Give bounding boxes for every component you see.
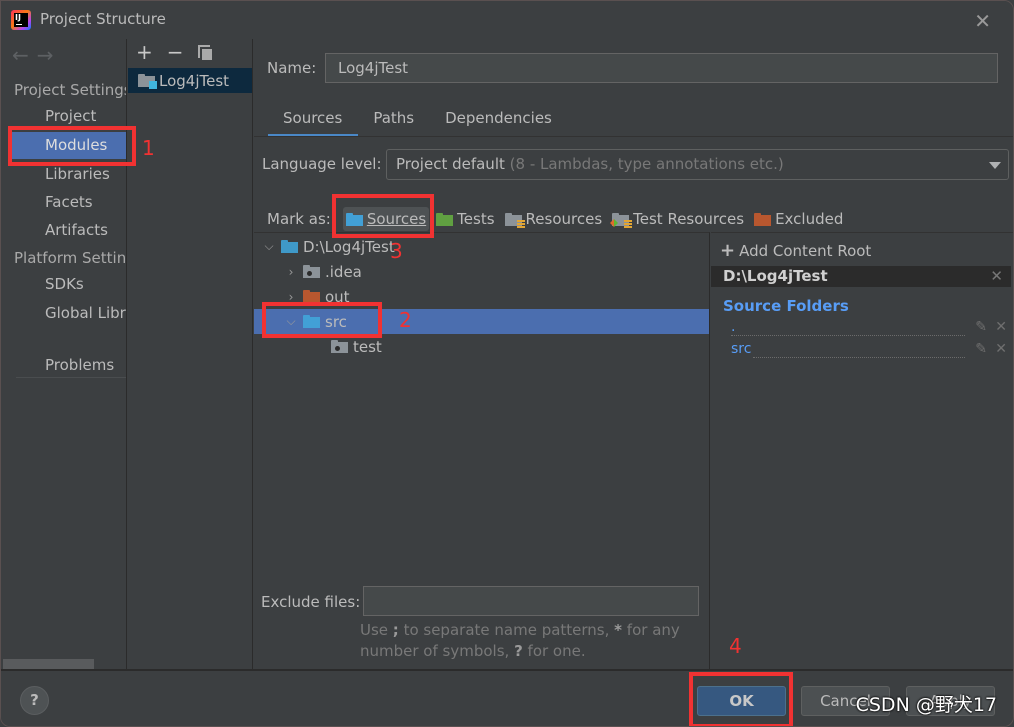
excluded-folder-icon — [303, 290, 320, 303]
language-level-value: Project default — [396, 155, 505, 173]
nav-item-modules[interactable]: Modules — [10, 132, 126, 159]
watermark: CSDN @野犬17 — [855, 694, 997, 716]
source-folder-row[interactable]: . ✎ ✕ — [731, 319, 1009, 339]
sources-folder-icon — [345, 212, 363, 226]
mark-sources-button[interactable]: Sources — [342, 207, 430, 231]
nav-item-libraries[interactable]: Libraries — [10, 161, 126, 188]
mark-tests-label: Tests — [457, 210, 495, 228]
module-tabs: Sources Paths Dependencies — [268, 103, 568, 137]
tree-node-label: out — [325, 287, 350, 306]
chevron-down-icon[interactable]: ⌵ — [262, 239, 276, 254]
sources-folder-icon — [303, 315, 320, 328]
module-item[interactable]: Log4jTest — [128, 68, 252, 93]
content-roots-panel: + Add Content Root D:\Log4jTest ✕ Source … — [711, 232, 1013, 669]
mark-test-resources-label: Test Resources — [633, 210, 745, 228]
add-icon[interactable]: + — [136, 40, 153, 64]
nav-item-project[interactable]: Project — [10, 103, 126, 130]
exclude-files-label: Exclude files: — [261, 593, 361, 611]
ok-button[interactable]: OK — [697, 686, 786, 716]
nav-horizontal-scrollbar[interactable] — [3, 659, 94, 669]
mark-test-resources-button[interactable]: Test Resources — [609, 207, 747, 231]
chevron-down-icon[interactable]: ⌵ — [284, 314, 298, 329]
exclude-files-hint: Use ; to separate name patterns, * for a… — [360, 621, 680, 660]
language-level-select[interactable]: Project default (8 - Lambdas, type annot… — [386, 149, 1009, 180]
project-settings-header: Project Settings — [14, 81, 127, 99]
title-bar: IJ Project Structure ✕ — [1, 1, 1013, 39]
nav-item-sdks[interactable]: SDKs — [10, 271, 126, 298]
mark-resources-label: Resources — [525, 210, 603, 228]
module-list-panel: + − Log4jTest — [128, 39, 253, 669]
module-settings-panel: Name: Sources Paths Dependencies Languag… — [254, 39, 1013, 669]
add-content-root-button[interactable]: + Add Content Root — [720, 240, 871, 261]
tree-node-out[interactable]: › out — [254, 284, 709, 309]
close-icon[interactable]: ✕ — [995, 319, 1007, 335]
mark-excluded-label: Excluded — [775, 210, 844, 228]
tab-sources[interactable]: Sources — [268, 103, 359, 137]
tree-node-src[interactable]: ⌵ src — [254, 309, 709, 334]
close-icon[interactable]: ✕ — [974, 9, 991, 33]
project-structure-dialog: IJ Project Structure ✕ ←→ Project Settin… — [0, 0, 1014, 727]
tree-node-label: .idea — [325, 262, 362, 281]
content-root-header: D:\Log4jTest ✕ — [711, 266, 1011, 287]
tree-node-label: D:\Log4jTest — [303, 237, 395, 256]
tree-node-test[interactable]: test — [254, 334, 709, 359]
folder-icon — [281, 240, 298, 253]
remove-icon[interactable]: − — [167, 40, 184, 64]
module-name: Log4jTest — [159, 71, 230, 90]
edit-icon[interactable]: ✎ — [975, 319, 987, 335]
content-root-path: D:\Log4jTest — [723, 267, 828, 285]
window-title: Project Structure — [40, 10, 166, 28]
excluded-folder-icon — [754, 212, 772, 226]
resources-folder-icon — [504, 212, 525, 228]
test-resources-folder-icon — [610, 212, 633, 228]
tabs-divider — [254, 136, 1013, 137]
chevron-right-icon[interactable]: › — [284, 265, 298, 279]
remove-content-root-icon[interactable]: ✕ — [990, 266, 1003, 287]
module-name-input[interactable] — [325, 53, 998, 83]
arrow-left-icon[interactable]: ← — [12, 43, 37, 67]
edit-icon[interactable]: ✎ — [975, 341, 987, 357]
nav-item-facets[interactable]: Facets — [10, 189, 126, 216]
tab-dependencies[interactable]: Dependencies — [430, 103, 568, 137]
tree-node-label: src — [325, 312, 347, 331]
mark-tests-button[interactable]: Tests — [433, 207, 497, 231]
help-button[interactable]: ? — [20, 686, 49, 715]
mark-sources-label: Sources — [366, 210, 427, 228]
close-icon[interactable]: ✕ — [995, 341, 1007, 357]
folder-icon — [303, 265, 320, 278]
nav-item-global-libraries[interactable]: Global Libraries — [10, 300, 126, 327]
copy-icon[interactable] — [197, 44, 212, 60]
mark-excluded-button[interactable]: Excluded — [751, 207, 846, 231]
tree-node-root[interactable]: ⌵ D:\Log4jTest — [254, 234, 709, 259]
mark-resources-button[interactable]: Resources — [502, 207, 606, 231]
language-level-label: Language level: — [262, 155, 382, 173]
chevron-down-icon — [989, 162, 1001, 169]
name-label: Name: — [267, 59, 317, 77]
platform-settings-header: Platform Settings — [14, 249, 127, 267]
mark-as-label: Mark as: — [267, 210, 331, 228]
tab-paths[interactable]: Paths — [358, 103, 430, 137]
mark-as-toolbar: Mark as: Sources Tests Resources Test Re… — [267, 207, 846, 231]
language-level-detail: (8 - Lambdas, type annotations etc.) — [509, 155, 784, 173]
tree-node-label: test — [353, 337, 382, 356]
tree-node-idea[interactable]: › .idea — [254, 259, 709, 284]
source-folder-row[interactable]: src ✎ ✕ — [731, 341, 1009, 361]
intellij-idea-icon: IJ — [11, 10, 31, 30]
arrow-right-icon[interactable]: → — [37, 43, 62, 67]
source-folders-title: Source Folders — [723, 297, 849, 315]
module-folder-icon — [138, 74, 157, 89]
tests-folder-icon — [436, 212, 454, 226]
add-icon: + — [720, 240, 736, 261]
folder-icon — [331, 340, 348, 353]
nav-item-problems[interactable]: Problems — [10, 352, 126, 379]
chevron-right-icon[interactable]: › — [284, 290, 298, 304]
exclude-files-input[interactable] — [363, 586, 699, 616]
nav-item-artifacts[interactable]: Artifacts — [10, 217, 126, 244]
settings-nav: ←→ Project Settings Project Modules Libr… — [2, 39, 127, 669]
